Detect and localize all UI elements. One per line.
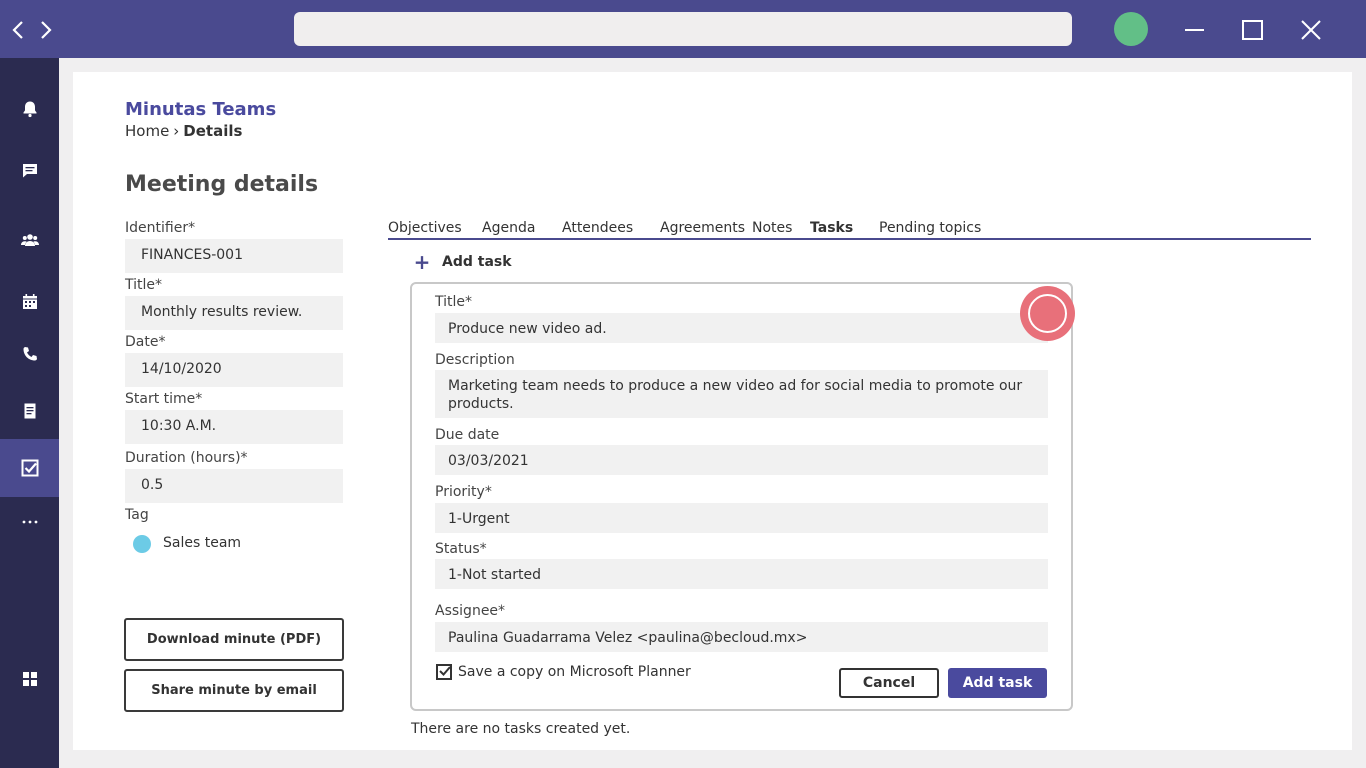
date-field[interactable]: 14/10/2020 — [125, 353, 343, 387]
title-bar — [0, 0, 1366, 58]
task-due-date-field[interactable]: 03/03/2021 — [435, 445, 1048, 475]
sidebar-item-apps[interactable] — [0, 650, 59, 708]
breadcrumb: Home › Details — [125, 122, 242, 140]
add-task-link-label: Add task — [442, 254, 512, 270]
task-assignee-label: Assignee* — [435, 603, 506, 619]
sidebar-item-chat[interactable] — [0, 142, 59, 200]
tasks-check-icon — [21, 459, 38, 477]
task-due-date-label: Due date — [435, 427, 500, 443]
page-title: Meeting details — [125, 172, 319, 197]
sidebar-item-more[interactable] — [0, 493, 59, 551]
minimize-icon[interactable] — [1180, 15, 1210, 45]
checkmark-icon — [439, 666, 451, 676]
task-description-label: Description — [435, 352, 515, 368]
date-label: Date* — [125, 334, 166, 350]
cancel-button[interactable]: Cancel — [839, 668, 939, 698]
app-title[interactable]: Minutas Teams — [125, 99, 276, 120]
tabs-underline — [388, 238, 1311, 240]
task-description-field[interactable]: Marketing team needs to produce a new vi… — [435, 370, 1048, 418]
avatar[interactable] — [1114, 12, 1148, 46]
sidebar — [0, 58, 59, 768]
people-icon — [20, 234, 39, 246]
tab-agenda[interactable]: Agenda — [482, 220, 535, 236]
empty-tasks-message: There are no tasks created yet. — [411, 721, 631, 737]
share-email-button[interactable]: Share minute by email — [124, 669, 344, 712]
apps-grid-icon — [22, 672, 37, 686]
document-icon — [24, 403, 35, 419]
task-priority-select[interactable]: 1-Urgent — [435, 503, 1048, 533]
tag-color-dot — [133, 535, 151, 553]
task-priority-label: Priority* — [435, 484, 492, 500]
title-field[interactable]: Monthly results review. — [125, 296, 343, 330]
tab-agreements[interactable]: Agreements — [660, 220, 745, 236]
record-button[interactable] — [1020, 286, 1075, 341]
start-time-field[interactable]: 10:30 A.M. — [125, 410, 343, 444]
add-task-link[interactable]: + Add task — [412, 250, 512, 274]
bell-icon — [23, 101, 36, 118]
task-title-field[interactable]: Produce new video ad. — [435, 313, 1048, 343]
task-status-label: Status* — [435, 541, 487, 557]
start-time-label: Start time* — [125, 391, 203, 407]
record-icon — [1028, 294, 1067, 333]
tab-tasks[interactable]: Tasks — [810, 220, 853, 236]
breadcrumb-home[interactable]: Home — [125, 122, 169, 140]
sidebar-item-teams[interactable] — [0, 211, 59, 269]
add-task-button[interactable]: Add task — [948, 668, 1047, 698]
identifier-field[interactable]: FINANCES-001 — [125, 239, 343, 273]
chat-icon — [22, 164, 37, 178]
breadcrumb-separator: › — [173, 122, 180, 140]
sidebar-item-notifications[interactable] — [0, 80, 59, 138]
address-bar[interactable] — [294, 12, 1072, 46]
planner-copy-label: Save a copy on Microsoft Planner — [458, 664, 691, 680]
phone-icon — [23, 347, 37, 361]
more-icon — [22, 520, 37, 524]
sidebar-item-calls[interactable] — [0, 325, 59, 383]
duration-field[interactable]: 0.5 — [125, 469, 343, 503]
tab-notes[interactable]: Notes — [752, 220, 792, 236]
planner-copy-checkbox[interactable] — [436, 664, 452, 680]
maximize-icon[interactable] — [1238, 15, 1268, 45]
task-status-select[interactable]: 1-Not started — [435, 559, 1048, 589]
back-icon[interactable] — [8, 17, 28, 43]
breadcrumb-current: Details — [183, 122, 243, 140]
tag-value[interactable]: Sales team — [163, 535, 241, 551]
plus-icon: + — [413, 250, 431, 274]
close-icon[interactable] — [1296, 15, 1326, 45]
duration-label: Duration (hours)* — [125, 450, 248, 466]
tab-attendees[interactable]: Attendees — [562, 220, 633, 236]
forward-icon[interactable] — [36, 17, 56, 43]
sidebar-item-tasks[interactable] — [0, 439, 59, 497]
calendar-icon — [22, 294, 37, 309]
task-title-label: Title* — [435, 294, 473, 310]
sidebar-item-calendar[interactable] — [0, 273, 59, 331]
tag-label: Tag — [125, 507, 149, 523]
download-pdf-button[interactable]: Download minute (PDF) — [124, 618, 344, 661]
task-assignee-field[interactable]: Paulina Guadarrama Velez <paulina@beclou… — [435, 622, 1048, 652]
identifier-label: Identifier* — [125, 220, 196, 236]
tab-objectives[interactable]: Objectives — [388, 220, 462, 236]
sidebar-item-files[interactable] — [0, 382, 59, 440]
title-label: Title* — [125, 277, 163, 293]
tab-pending-topics[interactable]: Pending topics — [879, 220, 981, 236]
